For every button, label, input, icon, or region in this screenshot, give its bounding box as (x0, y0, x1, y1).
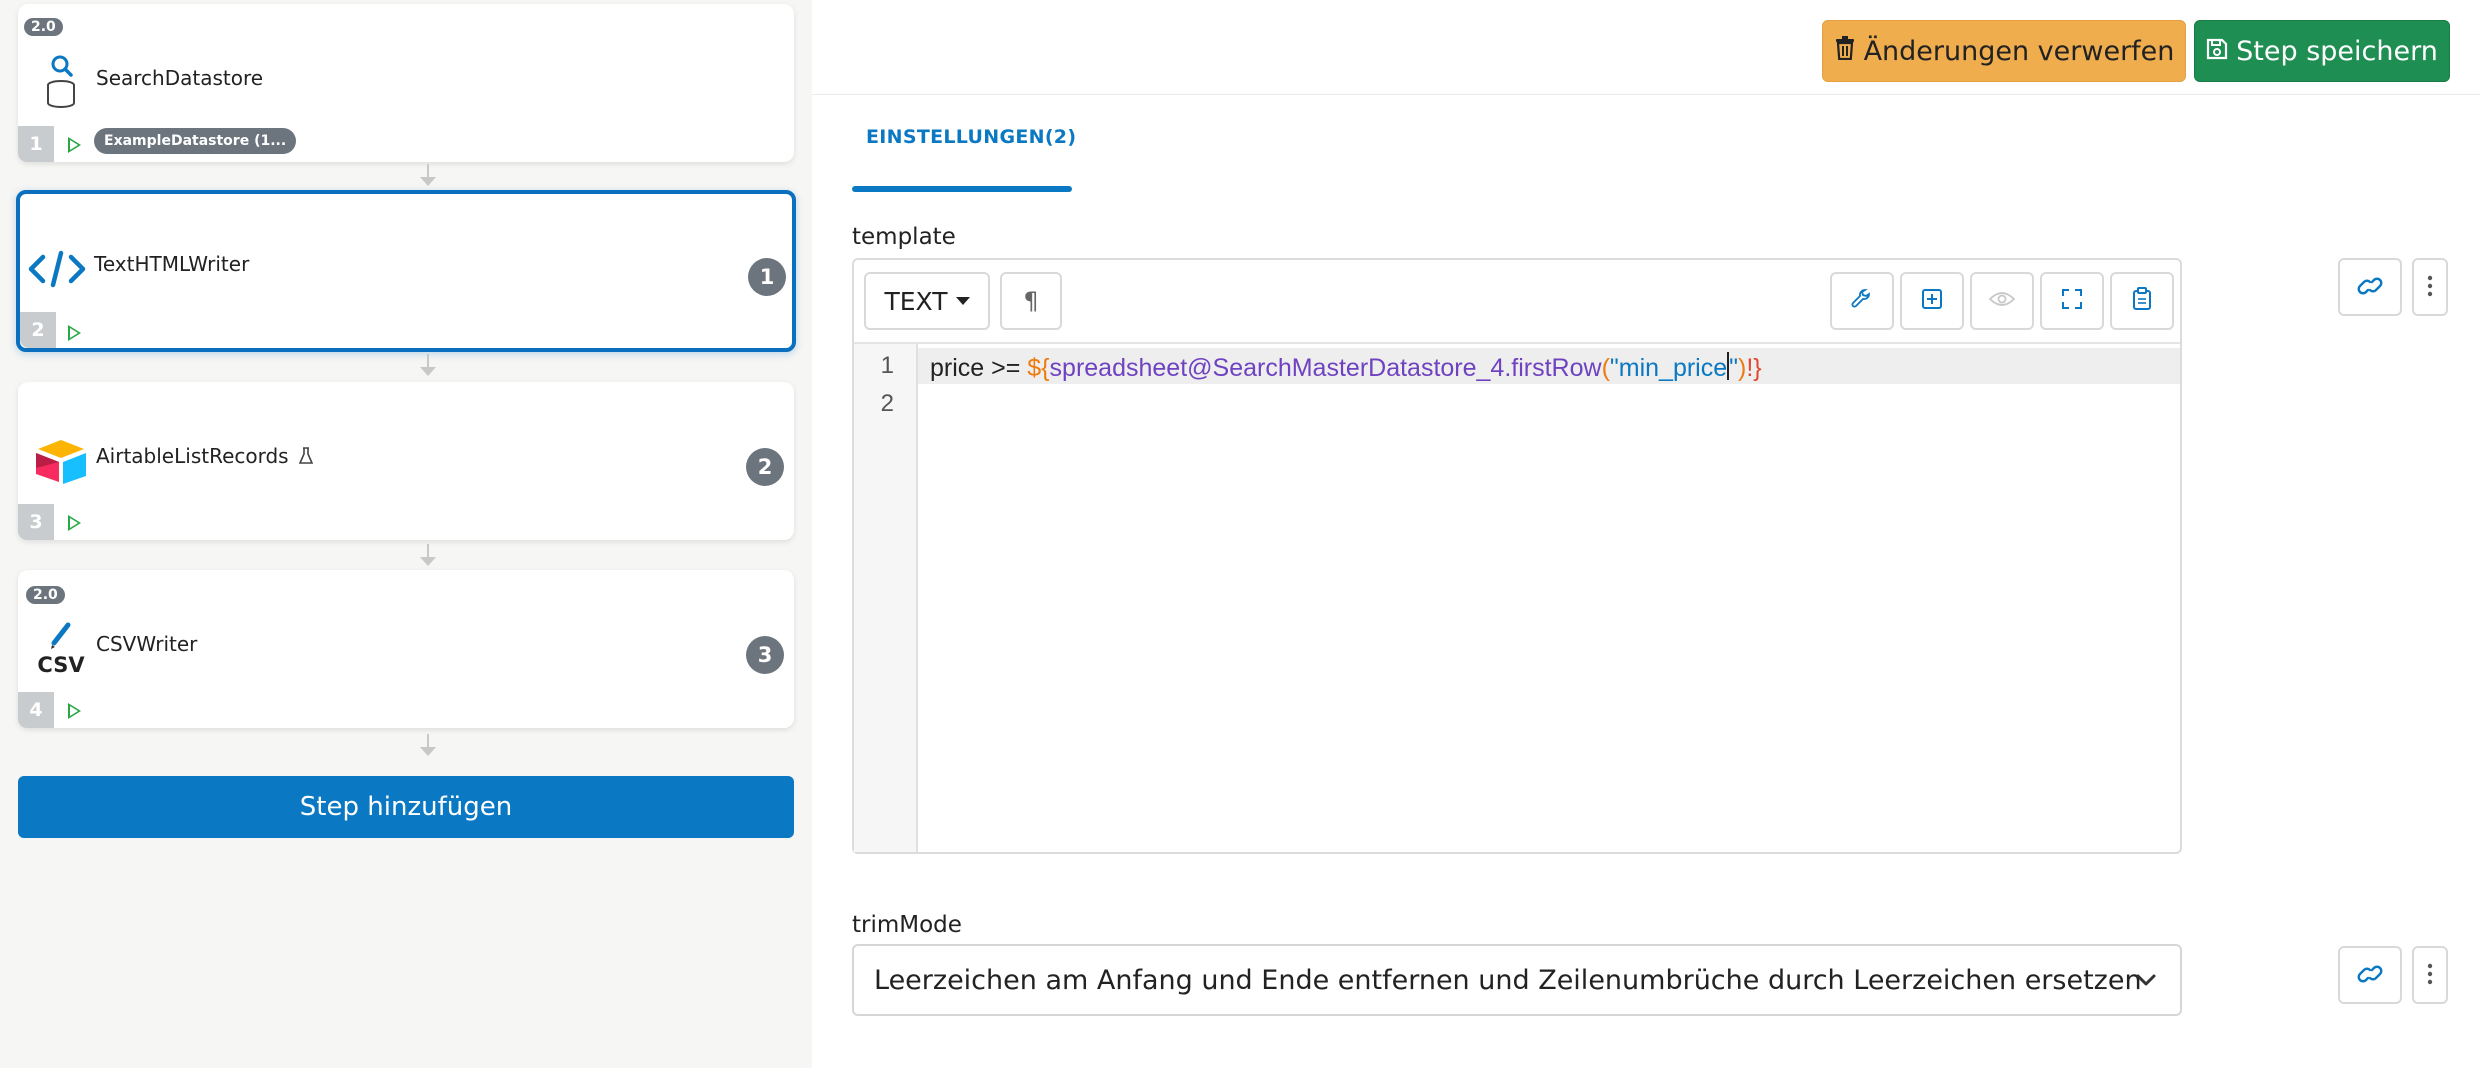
fullscreen-button[interactable] (2040, 272, 2104, 330)
caret-down-icon (955, 297, 970, 305)
trim-mode-select[interactable]: Leerzeichen am Anfang und Ende entfernen… (852, 944, 2182, 1016)
discard-changes-button[interactable]: Änderungen verwerfen (1822, 20, 2186, 82)
version-badge: 2.0 (26, 586, 65, 604)
step-title: CSVWriter (96, 632, 198, 656)
trash-icon (1834, 35, 1856, 67)
active-tab-indicator (852, 186, 1072, 192)
pilcrow-button[interactable]: ¶ (1000, 272, 1062, 330)
save-step-button[interactable]: Step speichern (2194, 20, 2450, 82)
chevron-down-icon (2134, 968, 2158, 999)
step-connector-arrow-icon (420, 354, 436, 376)
pipeline-panel: 2.0 SearchDatastore 1 ExampleDatastore (… (0, 0, 812, 1068)
datastore-tag[interactable]: ExampleDatastore (1... (94, 128, 297, 154)
trim-mode-link-button[interactable] (2338, 946, 2402, 1004)
step-title: SearchDatastore (96, 66, 264, 90)
step-number: 2 (20, 312, 56, 348)
csv-label: CSV (37, 653, 85, 677)
pilcrow-icon: ¶ (1023, 287, 1039, 315)
step-connector-arrow-icon (420, 734, 436, 756)
kebab-menu-icon (2427, 962, 2433, 989)
run-step-icon[interactable] (68, 325, 81, 341)
version-badge: 2.0 (24, 18, 63, 36)
save-label: Step speichern (2236, 35, 2438, 67)
insert-button[interactable] (1900, 272, 1964, 330)
floppy-disk-icon (2206, 36, 2228, 67)
flask-icon (298, 446, 314, 470)
step-number: 4 (18, 692, 54, 728)
line-number: 2 (880, 390, 894, 417)
trim-mode-value: Leerzeichen am Anfang und Ende entfernen… (874, 964, 2142, 996)
preview-button[interactable] (1970, 272, 2034, 330)
line-number-gutter: 1 2 (854, 344, 918, 852)
run-step-icon[interactable] (68, 515, 81, 531)
editor-toolbar: TEXT ¶ (854, 260, 2180, 344)
add-step-button[interactable]: Step hinzufügen (18, 776, 794, 838)
wrench-button[interactable] (1830, 272, 1894, 330)
code-token: ( (1601, 354, 1610, 382)
airtable-icon (30, 426, 92, 496)
discard-label: Änderungen verwerfen (1863, 35, 2175, 67)
clipboard-icon (2132, 287, 2152, 315)
step-count-badge: 1 (748, 258, 786, 296)
code-token: min_price (1618, 354, 1728, 382)
template-more-button[interactable] (2412, 258, 2448, 316)
template-link-button[interactable] (2338, 258, 2402, 316)
clipboard-button[interactable] (2110, 272, 2174, 330)
plus-square-icon (1921, 288, 1943, 314)
step-card-text-html-writer[interactable]: TextHTMLWriter 2 1 (16, 190, 796, 352)
code-token: spreadsheet@SearchMasterDatastore_4.firs… (1049, 354, 1602, 382)
tab-settings[interactable]: EINSTELLUNGEN(2) (866, 126, 1076, 148)
run-step-icon[interactable] (68, 137, 81, 153)
code-token: ${ (1027, 354, 1050, 382)
code-icon (26, 234, 88, 304)
step-card-search-datastore[interactable]: 2.0 SearchDatastore 1 ExampleDatastore (… (18, 4, 794, 162)
trim-mode-field-label: trimMode (852, 912, 962, 938)
code-token: " (1729, 354, 1739, 382)
step-number: 3 (18, 504, 54, 540)
run-step-icon[interactable] (68, 703, 81, 719)
wrench-icon (1850, 287, 1874, 315)
step-card-airtable-list-records[interactable]: AirtableListRecords 3 2 (18, 382, 794, 540)
link-icon (2357, 276, 2383, 299)
kebab-menu-icon (2427, 274, 2433, 301)
step-count-badge: 2 (746, 448, 784, 486)
step-title-text: AirtableListRecords (96, 444, 289, 468)
expand-icon (2061, 288, 2083, 314)
code-text: price >= (930, 354, 1028, 382)
step-number: 1 (18, 126, 54, 162)
search-datastore-icon (30, 48, 92, 118)
step-connector-arrow-icon (420, 164, 436, 186)
eye-icon (1988, 290, 2016, 312)
trim-mode-more-button[interactable] (2412, 946, 2448, 1004)
code-token: " (1609, 354, 1619, 382)
template-editor: TEXT ¶ 1 2 price >= ${spreadsheet@Search… (852, 258, 2182, 854)
template-field-label: template (852, 224, 956, 250)
code-token: !} (1746, 354, 1762, 382)
csv-pen-icon: CSV (30, 614, 92, 684)
step-card-csv-writer[interactable]: 2.0 CSV CSVWriter 4 3 (18, 570, 794, 728)
line-number: 1 (880, 352, 894, 379)
step-title: AirtableListRecords (96, 444, 314, 470)
mode-dropdown[interactable]: TEXT (864, 272, 990, 330)
mode-label: TEXT (884, 286, 948, 316)
step-count-badge: 3 (746, 636, 784, 674)
step-connector-arrow-icon (420, 544, 436, 566)
code-area[interactable]: price >= ${spreadsheet@SearchMasterDatas… (930, 352, 1762, 383)
link-icon (2357, 964, 2383, 987)
step-title: TextHTMLWriter (94, 252, 250, 276)
